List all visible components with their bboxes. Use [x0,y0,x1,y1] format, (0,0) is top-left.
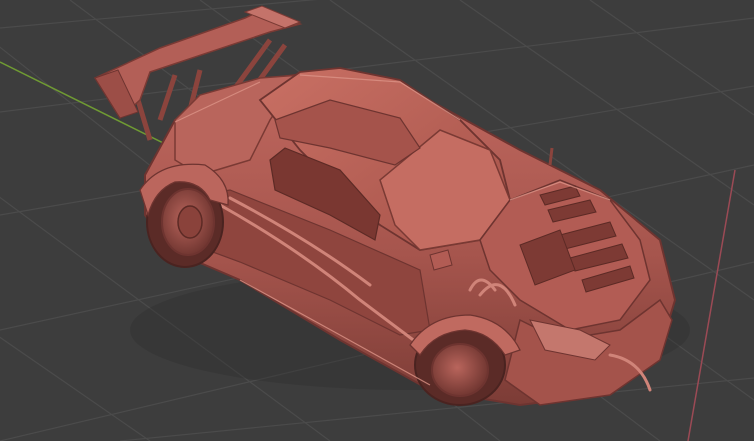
viewport-canvas[interactable] [0,0,754,441]
3d-viewport[interactable] [0,0,754,441]
antenna [548,147,554,166]
